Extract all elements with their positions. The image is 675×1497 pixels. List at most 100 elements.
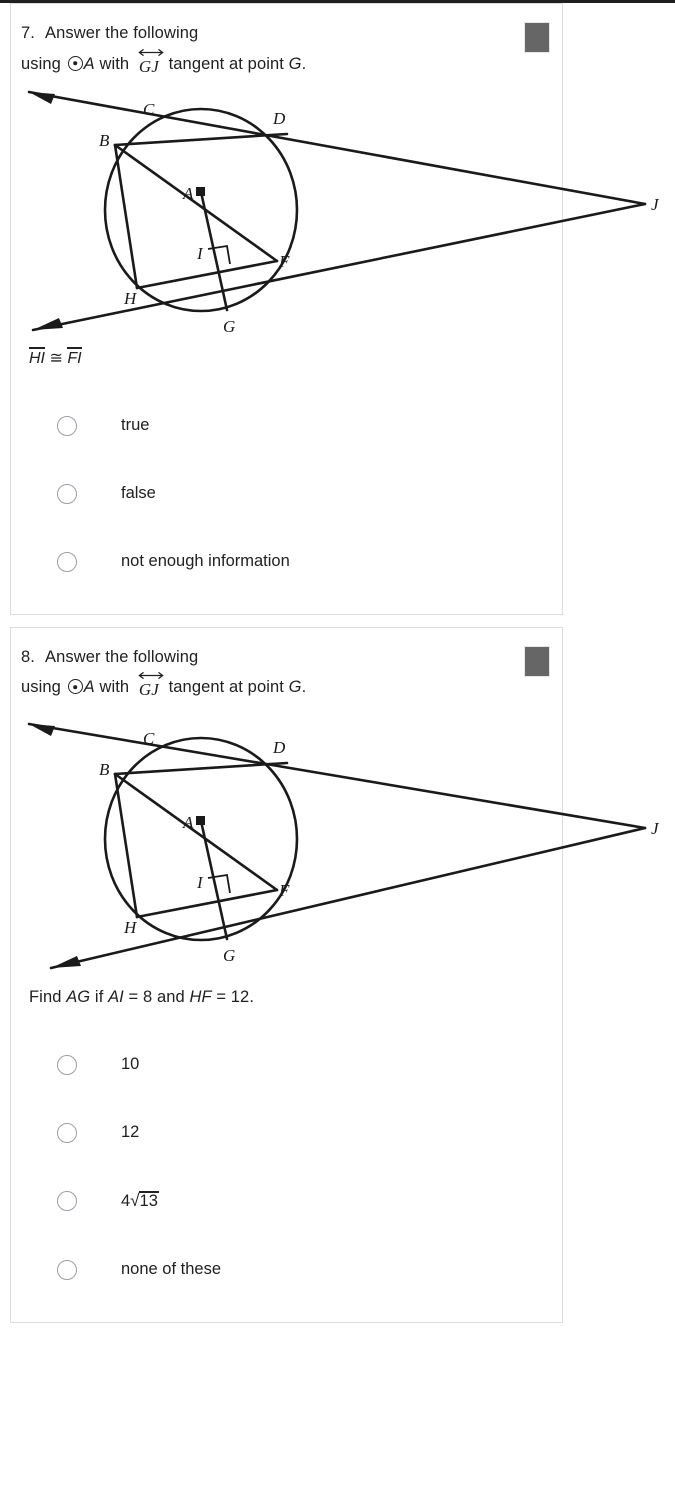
option-label: 4√13 [121,1190,160,1212]
option-none-of-these[interactable]: none of these [11,1236,562,1304]
stem-with-word: with [99,54,130,73]
question-7-figure: C D B A I F H G J [11,82,666,344]
quiz-page: 7. Answer the following using A with GJ t… [0,3,675,1335]
radical-sign-icon: √ [130,1190,140,1210]
question-card-8: 8. Answer the following using A with GJ t… [10,626,660,1323]
line-gj-label: GJ [138,56,159,76]
radio-button[interactable] [57,483,77,504]
question-card-7: 7. Answer the following using A with GJ t… [10,3,660,615]
question-7-stem: 7. Answer the following using A with GJ t… [21,18,524,82]
radicand: 13 [138,1190,160,1210]
segment-fi: FI [67,346,82,367]
radical-coefficient: 4 [121,1191,131,1210]
option-value: 12 [121,1123,140,1141]
stem-period: . [301,54,307,73]
option-label: false [121,484,156,503]
prompt-given1-value: = 8 [128,987,153,1006]
question-8-stem-line1: Answer the following [44,647,199,666]
label-H: H [123,289,138,308]
question-8-stem-line2: using A with GJ tangent at point G. [21,672,524,705]
label-F: F [278,881,290,900]
segment-hi: HI [29,346,45,367]
label-C: C [143,729,155,748]
stem-tangent-point: G [288,678,302,697]
prompt-target: AG [66,987,91,1006]
label-I: I [196,873,204,892]
label-B: B [99,131,110,150]
line-gj-notation: GJ [137,672,164,705]
option-false[interactable]: false [11,460,562,528]
question-7-stem-line1: Answer the following [44,24,199,42]
image-placeholder-icon[interactable] [524,22,550,53]
circle-o-icon [67,55,83,71]
stem-tangent-phrase: tangent at point [168,678,284,697]
radical-expression: 4√13 [121,1190,160,1212]
radio-button[interactable] [57,1191,77,1212]
option-label: 12 [121,1123,139,1143]
prompt-and-word: and [156,987,185,1006]
option-10[interactable]: 10 [11,1031,562,1099]
label-A: A [182,813,194,832]
label-J: J [651,195,660,214]
stem-using-word: using [21,678,61,697]
label-D: D [272,109,286,128]
radio-button[interactable] [57,1259,77,1280]
label-G: G [223,946,235,965]
radio-button[interactable] [57,1054,77,1075]
radio-button[interactable] [57,551,77,572]
right-angle-mark [207,244,231,265]
center-point-a [196,815,205,825]
question-7-number: 7. [21,24,35,42]
stem-with-word: with [99,678,130,697]
label-C: C [143,100,155,119]
label-B: B [99,760,110,779]
prompt-given2-value: = 12. [216,987,255,1006]
circle-center-label: A [83,54,95,73]
radio-button[interactable] [57,1122,77,1143]
circle-a-tangent-gj-diagram: C D B A I F H G J [27,722,660,970]
circle-a-tangent-gj-diagram: C D B A I F H G J [27,90,660,336]
circle-o-icon [67,679,83,695]
stem-period: . [301,678,307,697]
question-8-figure: C D B A I F H G J [11,706,666,978]
line-gj-label: GJ [138,680,159,700]
arrowhead-icon [29,723,81,968]
center-point-a [196,186,205,196]
question-8-stem: 8. Answer the following using A with GJ t… [21,642,524,706]
radio-button[interactable] [57,415,77,436]
question-8-number: 8. [21,647,35,666]
label-D: D [272,738,286,757]
stem-tangent-point: G [288,54,302,73]
question-7-header: 7. Answer the following using A with GJ t… [11,18,562,82]
circle-center-label: A [83,678,95,697]
prompt-find-word: Find [29,987,62,1006]
label-I: I [196,244,204,263]
arrowhead-icon [29,91,63,330]
question-8-header: 8. Answer the following using A with GJ t… [11,642,562,706]
prompt-given1-var: AI [108,987,124,1006]
stem-tangent-phrase: tangent at point [168,54,284,73]
figure-point-labels: C D B A I F H G J [99,729,660,965]
congruence-symbol: ≅ [49,349,63,367]
prompt-if-word: if [94,987,104,1006]
label-G: G [223,317,235,336]
prompt-given2-var: HF [189,987,212,1006]
line-gj-notation: GJ [137,48,164,82]
option-label: none of these [121,1259,221,1278]
label-H: H [123,918,138,937]
option-not-enough-information[interactable]: not enough information [11,528,562,596]
question-8-options: 10 12 4√13 none of these [11,1007,562,1322]
image-placeholder-icon[interactable] [524,645,550,677]
question-7-assertion: HI ≅ FI [11,344,562,368]
right-angle-mark [207,873,231,894]
option-12[interactable]: 12 [11,1099,562,1167]
question-7-stem-line2: using A with GJ tangent at point G. [21,48,524,82]
stem-using-word: using [21,54,61,73]
question-8-prompt: Find AG if AI = 8 and HF = 12. [11,978,562,1007]
option-label: not enough information [121,552,290,571]
option-4-root-13[interactable]: 4√13 [11,1167,562,1236]
option-true[interactable]: true [11,392,562,460]
label-J: J [651,819,660,838]
option-label: true [121,416,150,435]
question-7-options: true false not enough information [11,368,562,614]
